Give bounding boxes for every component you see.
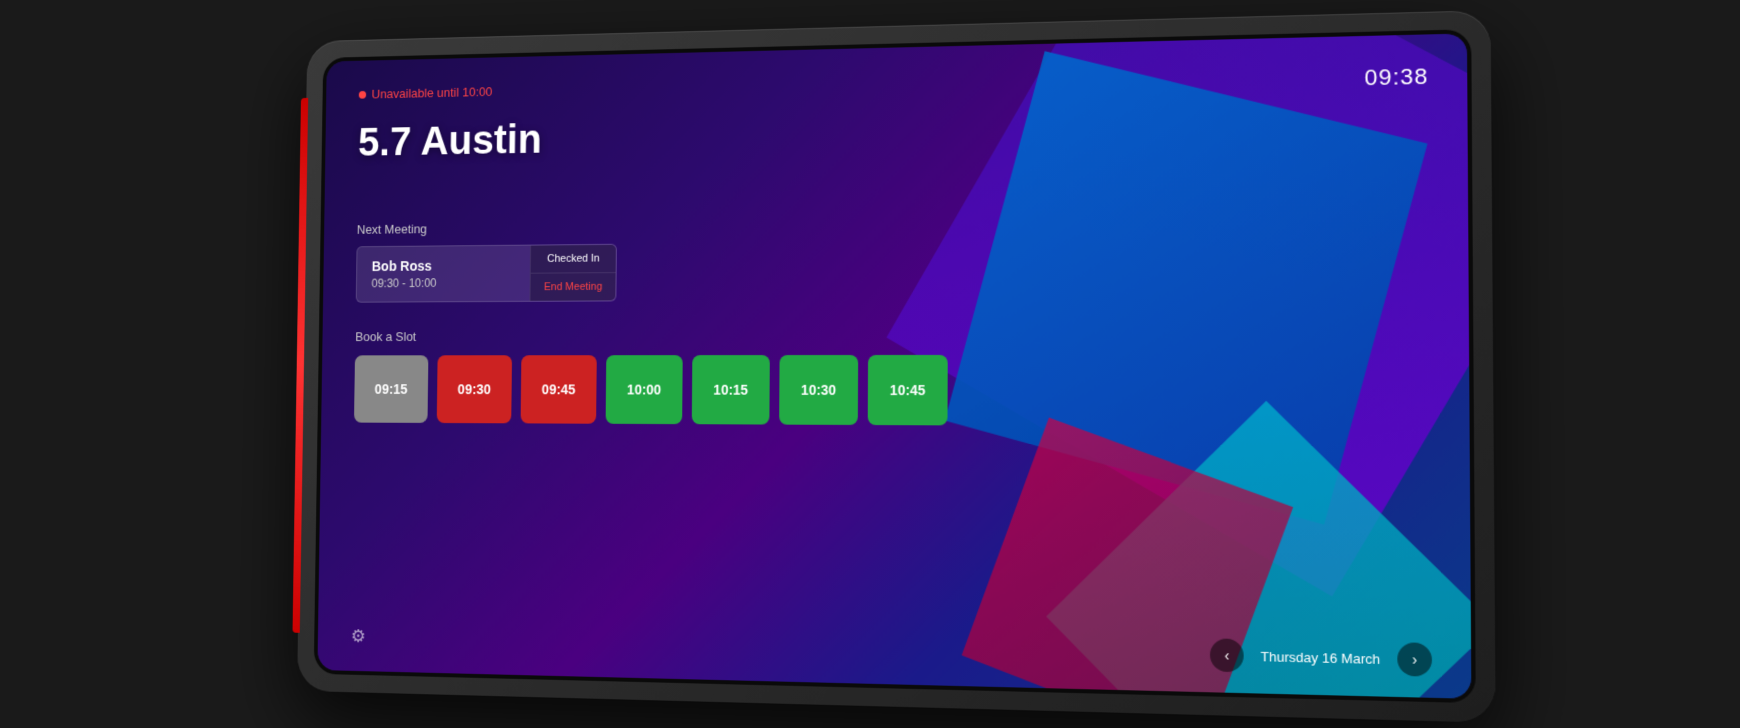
checked-in-button[interactable]: Checked In <box>531 245 616 274</box>
settings-icon[interactable]: ⚙ <box>351 626 366 647</box>
unavailable-dot <box>359 90 366 98</box>
book-slot-label: Book a Slot <box>355 326 1430 343</box>
meeting-actions: Checked In End Meeting <box>530 245 616 301</box>
date-nav: ‹ Thursday 16 March › <box>1210 638 1432 676</box>
tablet-bezel: Unavailable until 10:00 09:38 5.7 Austin… <box>314 29 1476 703</box>
slot-0915[interactable]: 09:15 <box>354 355 428 423</box>
meeting-name: Bob Ross <box>372 257 516 274</box>
meeting-card: Bob Ross 09:30 - 10:00 Checked In End Me… <box>356 244 617 303</box>
next-date-button[interactable]: › <box>1397 642 1432 676</box>
end-meeting-button[interactable]: End Meeting <box>531 273 616 301</box>
slot-1015[interactable]: 10:15 <box>692 355 770 424</box>
next-meeting-label: Next Meeting <box>357 210 1430 237</box>
slot-0945[interactable]: 09:45 <box>521 355 597 424</box>
tablet-device: Unavailable until 10:00 09:38 5.7 Austin… <box>297 10 1496 723</box>
date-text: Thursday 16 March <box>1261 648 1381 666</box>
meeting-time: 09:30 - 10:00 <box>371 276 515 290</box>
current-time: 09:38 <box>1364 63 1428 91</box>
scene: Unavailable until 10:00 09:38 5.7 Austin… <box>0 0 1740 728</box>
slot-1000[interactable]: 10:00 <box>606 355 683 424</box>
slot-1045[interactable]: 10:45 <box>868 355 948 425</box>
unavailable-badge: Unavailable until 10:00 <box>359 84 493 101</box>
slot-1030[interactable]: 10:30 <box>779 355 858 425</box>
unavailable-text: Unavailable until 10:00 <box>371 84 492 101</box>
screen-content: Unavailable until 10:00 09:38 5.7 Austin… <box>317 33 1471 698</box>
slot-0930[interactable]: 09:30 <box>437 355 512 423</box>
prev-date-button[interactable]: ‹ <box>1210 638 1244 672</box>
meeting-info: Bob Ross 09:30 - 10:00 <box>357 246 531 302</box>
slots-row: 09:15 09:30 09:45 10:00 10:15 10:30 10:4… <box>354 355 1431 428</box>
screen: Unavailable until 10:00 09:38 5.7 Austin… <box>317 33 1471 698</box>
